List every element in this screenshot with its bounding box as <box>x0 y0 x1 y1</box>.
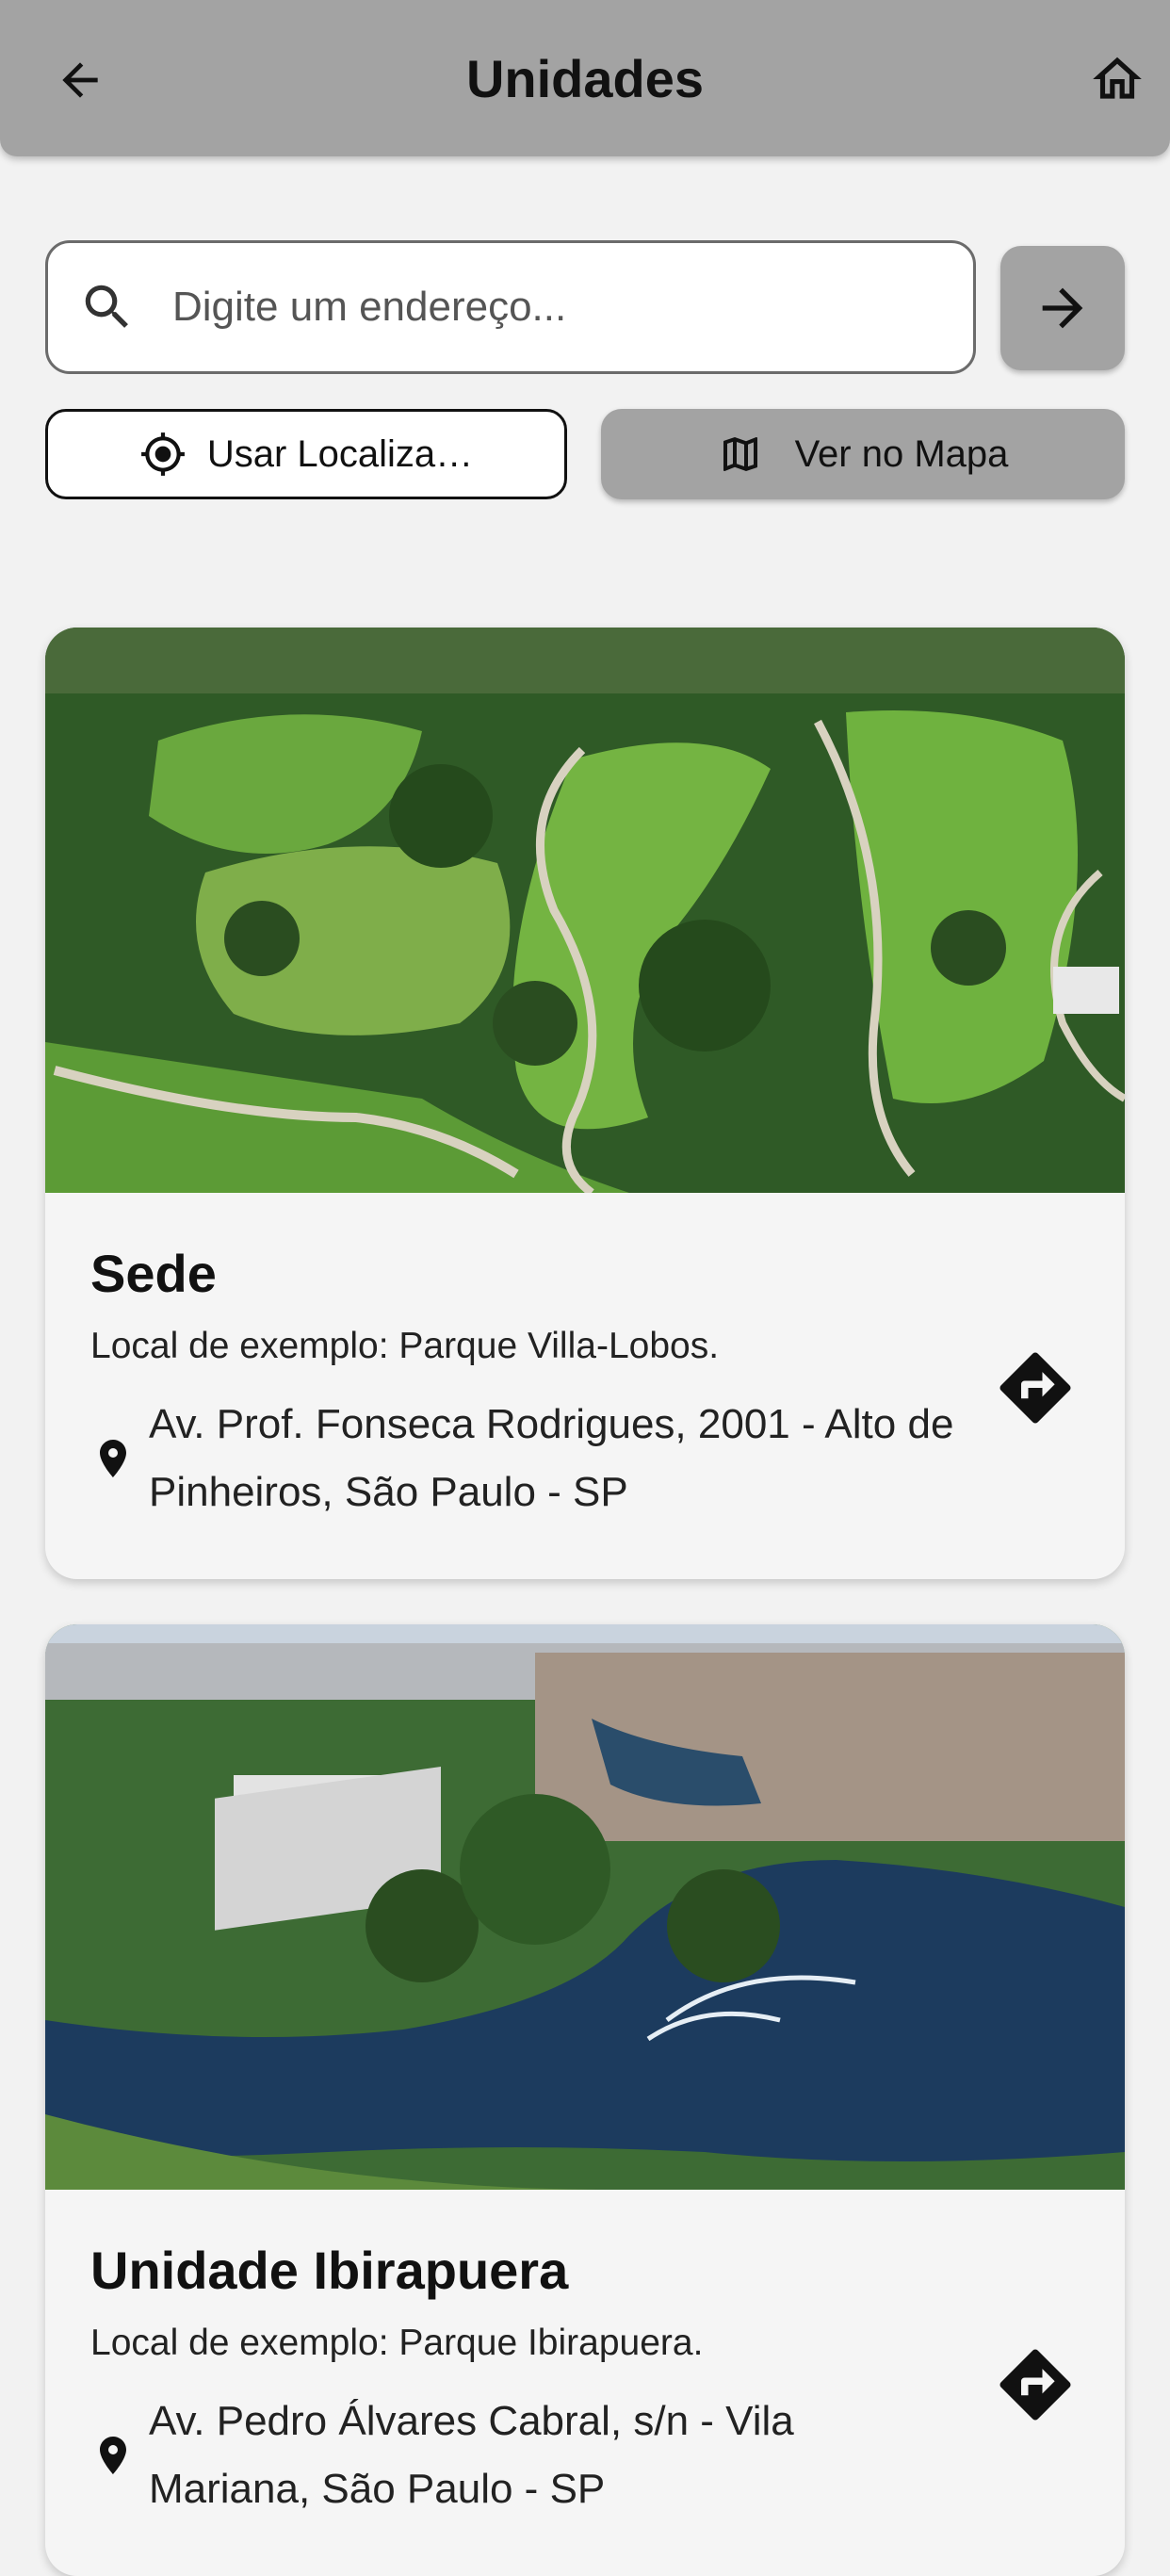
directions-icon[interactable] <box>993 1345 1078 1430</box>
unit-card-body: Sede Local de exemplo: Parque Villa-Lobo… <box>45 1193 1125 1526</box>
search-icon <box>74 274 140 340</box>
unit-description: Local de exemplo: Parque Ibirapuera. <box>90 2323 704 2363</box>
unit-photo <box>45 628 1125 1193</box>
unit-card[interactable]: Sede Local de exemplo: Parque Villa-Lobo… <box>45 628 1125 1579</box>
address-search-field[interactable] <box>45 240 976 374</box>
home-button[interactable] <box>1083 45 1151 113</box>
location-pin-icon <box>100 2437 126 2474</box>
view-map-label: Ver no Mapa <box>794 432 1009 475</box>
unit-photo <box>45 1624 1125 2190</box>
page-title: Unidades <box>465 49 705 108</box>
unit-address-text: Av. Pedro Álvares Cabral, s/n - Vila Mar… <box>149 2398 794 2512</box>
unit-address: Av. Prof. Fonseca Rodrigues, 2001 - Alto… <box>90 1391 1080 1526</box>
arrow-forward-icon <box>1042 287 1083 329</box>
unit-address: Av. Pedro Álvares Cabral, s/n - Vila Mar… <box>90 2388 1080 2523</box>
view-map-button[interactable]: Ver no Mapa <box>601 409 1125 499</box>
home-icon <box>1093 57 1142 99</box>
unit-card-body: Unidade Ibirapuera Local de exemplo: Par… <box>45 2190 1125 2523</box>
unit-description: Local de exemplo: Parque Villa-Lobos. <box>90 1326 720 1366</box>
unit-name: Unidade Ibirapuera <box>90 2241 569 2300</box>
directions-icon[interactable] <box>993 2342 1078 2427</box>
use-location-button[interactable]: Usar Localiza… <box>45 409 567 499</box>
unit-address-text: Av. Prof. Fonseca Rodrigues, 2001 - Alto… <box>149 1401 954 1515</box>
app-bar: Unidades <box>0 0 1170 156</box>
unit-name: Sede <box>90 1244 217 1303</box>
my-location-icon <box>140 432 185 476</box>
use-location-label: Usar Localiza… <box>206 432 474 475</box>
map-icon <box>723 437 757 471</box>
location-pin-icon <box>100 1440 126 1477</box>
search-submit-button[interactable] <box>1000 246 1125 370</box>
unit-card[interactable]: Unidade Ibirapuera Local de exemplo: Par… <box>45 1624 1125 2576</box>
search-input[interactable] <box>171 259 973 355</box>
